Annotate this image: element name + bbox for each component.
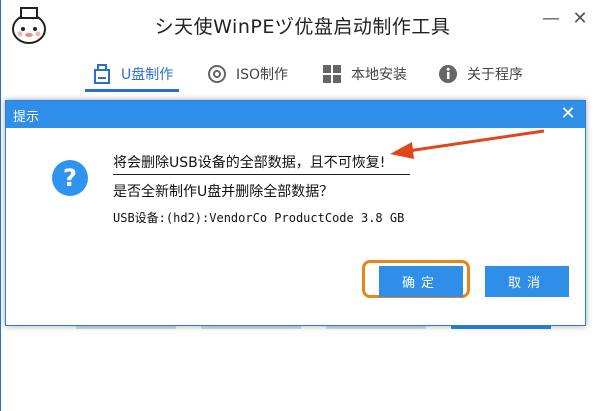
cancel-button[interactable]: 取消 [485,266,569,297]
dialog-title: 提示 [13,110,40,125]
dialog-titlebar: 提示 ✕ [6,101,585,128]
ok-button[interactable]: 确定 [379,266,463,297]
windows-logo-icon [321,63,343,85]
close-button[interactable]: ✕ [569,8,591,30]
message-underline [113,174,410,175]
tab-label: ISO制作 [236,67,289,83]
warning-message: 将会删除USB设备的全部数据，且不可恢复! [113,155,386,171]
tab-local-install[interactable]: 本地安装 [321,60,407,88]
question-icon: ? [52,160,88,196]
info-icon [437,63,459,85]
confirm-dialog: 提示 ✕ ? 将会删除USB设备的全部数据，且不可恢复! 是否全新制作U盘并删除… [5,100,586,326]
tab-about[interactable]: 关于程序 [437,60,523,88]
usb-drive-icon [91,63,113,85]
tab-label: 本地安装 [351,67,407,83]
tab-label: U盘制作 [121,67,174,83]
tab-iso[interactable]: ISO制作 [206,60,288,88]
annotation-arrow-icon [390,129,545,159]
question-message: 是否全新制作U盘并删除全部数据？ [113,184,334,200]
tab-label: 关于程序 [467,67,523,83]
device-info: USB设备:(hd2):VendorCo ProductCode 3.8 GB [113,211,405,225]
disc-icon [206,63,228,85]
minimize-button[interactable]: — [540,8,562,30]
app-title: シ天使WinPEヅ优盘启动制作工具 [154,16,451,38]
main-tabs: U盘制作 ISO制作 本地安装 关于程序 [1,58,603,92]
tab-usb[interactable]: U盘制作 [84,60,180,92]
dialog-close-button[interactable]: ✕ [559,104,577,124]
